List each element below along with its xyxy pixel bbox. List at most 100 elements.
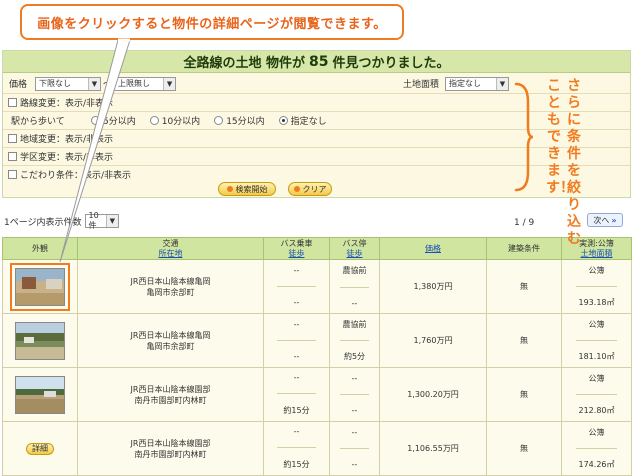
col-price: 価格 — [379, 237, 487, 260]
table-header-row: 外観 交通 所在地 バス乗車 徒歩 バス停 徒歩 価格 建築条件 実測:公簿 土地面積 — [2, 237, 632, 260]
transit-cell: JR西日本山陰本線亀岡 亀岡市余部町 — [77, 313, 264, 368]
building-value: 無 — [520, 390, 528, 399]
stop-walk-value: -- — [351, 298, 358, 308]
walk-label: 駅から歩いて — [11, 117, 65, 127]
region-toggle[interactable]: 地域変更：表示/非表示 — [3, 130, 630, 147]
results-table: 外観 交通 所在地 バス乗車 徒歩 バス停 徒歩 価格 建築条件 実測:公簿 土地面積 … — [2, 237, 632, 476]
col-transit-label: 交通 — [162, 238, 179, 248]
sort-price-link[interactable]: 価格 — [425, 244, 441, 253]
sort-stop-walk-link[interactable]: 徒歩 — [347, 249, 363, 258]
col-photo-label: 外観 — [32, 243, 48, 253]
bus-walk-value: -- — [293, 298, 300, 308]
chevron-down-icon: ▼ — [163, 77, 176, 90]
bus-stop-name: -- — [351, 427, 358, 437]
table-row[interactable]: 詳細 JR西日本山陰本線園部 南丹市園部町内林町 -- 約15分 -- -- 1,10… — [2, 421, 632, 476]
price-value: 1,106.55万円 — [407, 444, 459, 453]
building-value: 無 — [520, 336, 528, 345]
table-row[interactable]: JR西日本山陰本線亀岡 亀岡市余部町 -- -- 農協前 -- 1,380万円 無 公… — [2, 259, 632, 314]
search-button[interactable]: 検索開始 — [218, 182, 276, 196]
chevron-down-icon: ▼ — [106, 215, 118, 227]
price-max-select[interactable]: 上限無し ▼ — [114, 76, 177, 91]
per-page-select[interactable]: 10件 ▼ — [84, 211, 119, 230]
next-page-button[interactable]: 次へ » — [587, 213, 623, 227]
col-photo: 外観 — [2, 237, 78, 260]
search-button-label: 検索開始 — [235, 184, 268, 194]
route-checkbox[interactable] — [8, 98, 17, 107]
heading-prefix: 全路線の土地 物件が — [183, 56, 306, 71]
property-photo[interactable] — [10, 262, 70, 311]
property-photo[interactable] — [15, 375, 65, 414]
sort-address-link[interactable]: 所在地 — [159, 249, 183, 258]
bus-ride-value: -- — [293, 373, 300, 383]
bus-walk-value: 約15分 — [283, 405, 310, 415]
building-cell: 無 — [486, 313, 562, 368]
bullet-icon — [226, 186, 233, 192]
col-bus-ride-label: バス乗車 — [280, 238, 313, 248]
per-page-control: 1ページ内表示件数 10件 ▼ — [4, 211, 119, 230]
walk-radio-5[interactable] — [91, 116, 100, 125]
bus-ride-cell: -- 約15分 — [263, 367, 330, 422]
address: 亀岡市余部町 — [146, 287, 195, 297]
bus-walk-value: 約15分 — [283, 459, 310, 469]
school-toggle[interactable]: 学区変更：表示/非表示 — [3, 148, 630, 165]
price-tilde: 〜 — [103, 80, 113, 90]
clear-button-label: クリア — [302, 184, 327, 194]
photo-cell — [2, 259, 78, 314]
building-cell: 無 — [486, 259, 562, 314]
school-checkbox[interactable] — [8, 152, 17, 161]
double-chevron-right-icon: » — [611, 215, 617, 225]
price-cell: 1,380万円 — [379, 259, 487, 314]
sort-area-link[interactable]: 土地面積 — [581, 249, 613, 258]
region-checkbox[interactable] — [8, 134, 17, 143]
area-type: 公簿 — [588, 428, 605, 437]
property-photo[interactable] — [15, 321, 65, 360]
area-value: 174.26㎡ — [578, 460, 615, 469]
table-row[interactable]: JR西日本山陰本線亀岡 亀岡市余部町 -- -- 農協前 約5分 1,760万円 無 … — [2, 313, 632, 368]
sort-bus-walk-link[interactable]: 徒歩 — [289, 249, 305, 258]
transit-cell: JR西日本山陰本線亀岡 亀岡市余部町 — [77, 259, 264, 314]
area-cell: 公簿 212.80㎡ — [561, 367, 632, 422]
line-name: JR西日本山陰本線園部 — [130, 384, 211, 394]
stop-walk-value: 約5分 — [343, 352, 366, 361]
area-type: 公簿 — [588, 320, 605, 329]
area-value: 212.80㎡ — [578, 406, 615, 415]
col-bus-stop: バス停 徒歩 — [329, 237, 380, 260]
walk-radio-15[interactable] — [214, 116, 224, 125]
address: 南丹市園部町内林町 — [134, 395, 207, 405]
col-bus-ride: バス乗車 徒歩 — [263, 237, 330, 260]
area-cell: 公簿 181.10㎡ — [561, 313, 632, 368]
detail-button[interactable]: 詳細 — [26, 442, 54, 455]
result-heading: 全路線の土地 物件が 85 件見つかりました。 — [3, 51, 630, 73]
walk-option-any: 指定なし — [290, 117, 327, 127]
bus-stop-cell: -- -- — [329, 367, 380, 422]
clear-button[interactable]: クリア — [288, 182, 332, 196]
stop-walk-value: -- — [351, 406, 358, 416]
walk-radio-any[interactable] — [278, 116, 288, 125]
area-type: 公簿 — [588, 374, 605, 383]
area-value: 181.10㎡ — [578, 352, 615, 361]
bus-ride-value: -- — [293, 427, 300, 437]
page-indicator: 1 / 9 — [514, 218, 535, 228]
col-building: 建築条件 — [486, 237, 562, 260]
price-max-value: 上限無し — [118, 79, 151, 88]
route-toggle[interactable]: 路線変更：表示/非表示 — [3, 94, 630, 111]
school-toggle-label: 学区変更：表示/非表示 — [20, 153, 114, 163]
building-cell: 無 — [486, 367, 562, 422]
price-min-select[interactable]: 下限なし ▼ — [35, 76, 101, 91]
area-select[interactable]: 指定なし ▼ — [445, 76, 509, 91]
bus-stop-cell: -- -- — [329, 421, 380, 476]
price-value: 1,300.20万円 — [407, 390, 459, 399]
kodawari-toggle[interactable]: こだわり条件：表示/非表示 — [3, 166, 630, 183]
table-row[interactable]: JR西日本山陰本線園部 南丹市園部町内林町 -- 約15分 -- -- 1,300.2… — [2, 367, 632, 422]
transit-cell: JR西日本山陰本線園部 南丹市園部町内林町 — [77, 367, 264, 422]
region-toggle-label: 地域変更：表示/非表示 — [20, 135, 114, 145]
heading-suffix: 件見つかりました。 — [332, 56, 450, 71]
transit-cell: JR西日本山陰本線園部 南丹市園部町内林町 — [77, 421, 264, 476]
bus-stop-cell: 農協前 -- — [329, 259, 380, 314]
kodawari-checkbox[interactable] — [8, 170, 17, 179]
area-value: 指定なし — [449, 79, 481, 88]
walk-radio-10[interactable] — [149, 116, 159, 125]
walk-row: 駅から歩いて 5分以内 10分以内 15分以内 指定なし — [3, 112, 630, 129]
bus-stop-name: 農協前 — [342, 320, 367, 329]
area-cell: 公簿 193.18㎡ — [561, 259, 632, 314]
